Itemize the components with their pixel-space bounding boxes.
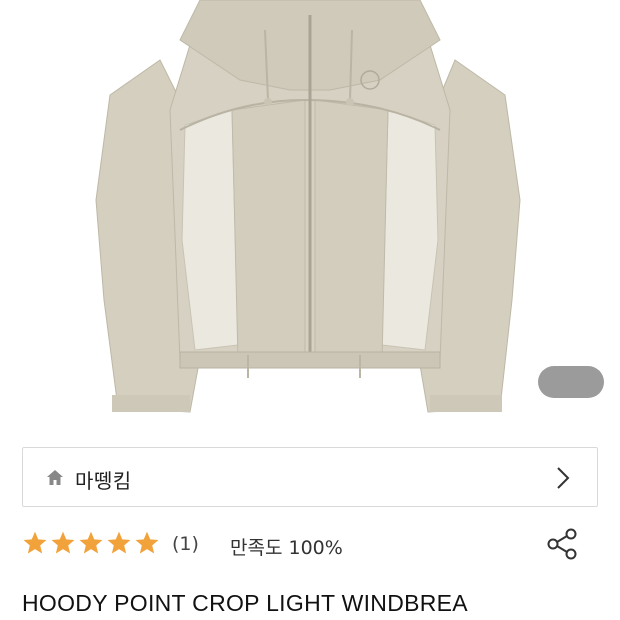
chevron-right-icon[interactable] — [555, 465, 571, 491]
jacket-illustration — [95, 0, 521, 413]
review-count[interactable]: (1) — [172, 533, 199, 555]
rating-row[interactable]: (1) 만족도 100% — [22, 530, 582, 560]
star-icon — [51, 531, 75, 554]
product-image[interactable] — [0, 0, 620, 420]
product-title: HOODY POINT CROP LIGHT WINDBREA — [22, 590, 468, 616]
product-detail-page: 마뗑킴 (1) 만족도 100% HOODY POINT CROP LIGHT … — [0, 0, 620, 620]
star-icon — [107, 531, 131, 554]
home-icon — [47, 470, 63, 485]
star-icon — [23, 531, 47, 554]
gallery-indicator[interactable] — [538, 366, 604, 398]
satisfaction-score: 만족도 100% — [230, 537, 343, 559]
star-icon — [79, 531, 103, 554]
store-link-row[interactable]: 마뗑킴 — [22, 447, 598, 507]
store-name[interactable]: 마뗑킴 — [75, 465, 132, 494]
share-icon[interactable] — [544, 527, 580, 561]
star-icon — [135, 531, 159, 554]
star-rating — [22, 530, 160, 556]
